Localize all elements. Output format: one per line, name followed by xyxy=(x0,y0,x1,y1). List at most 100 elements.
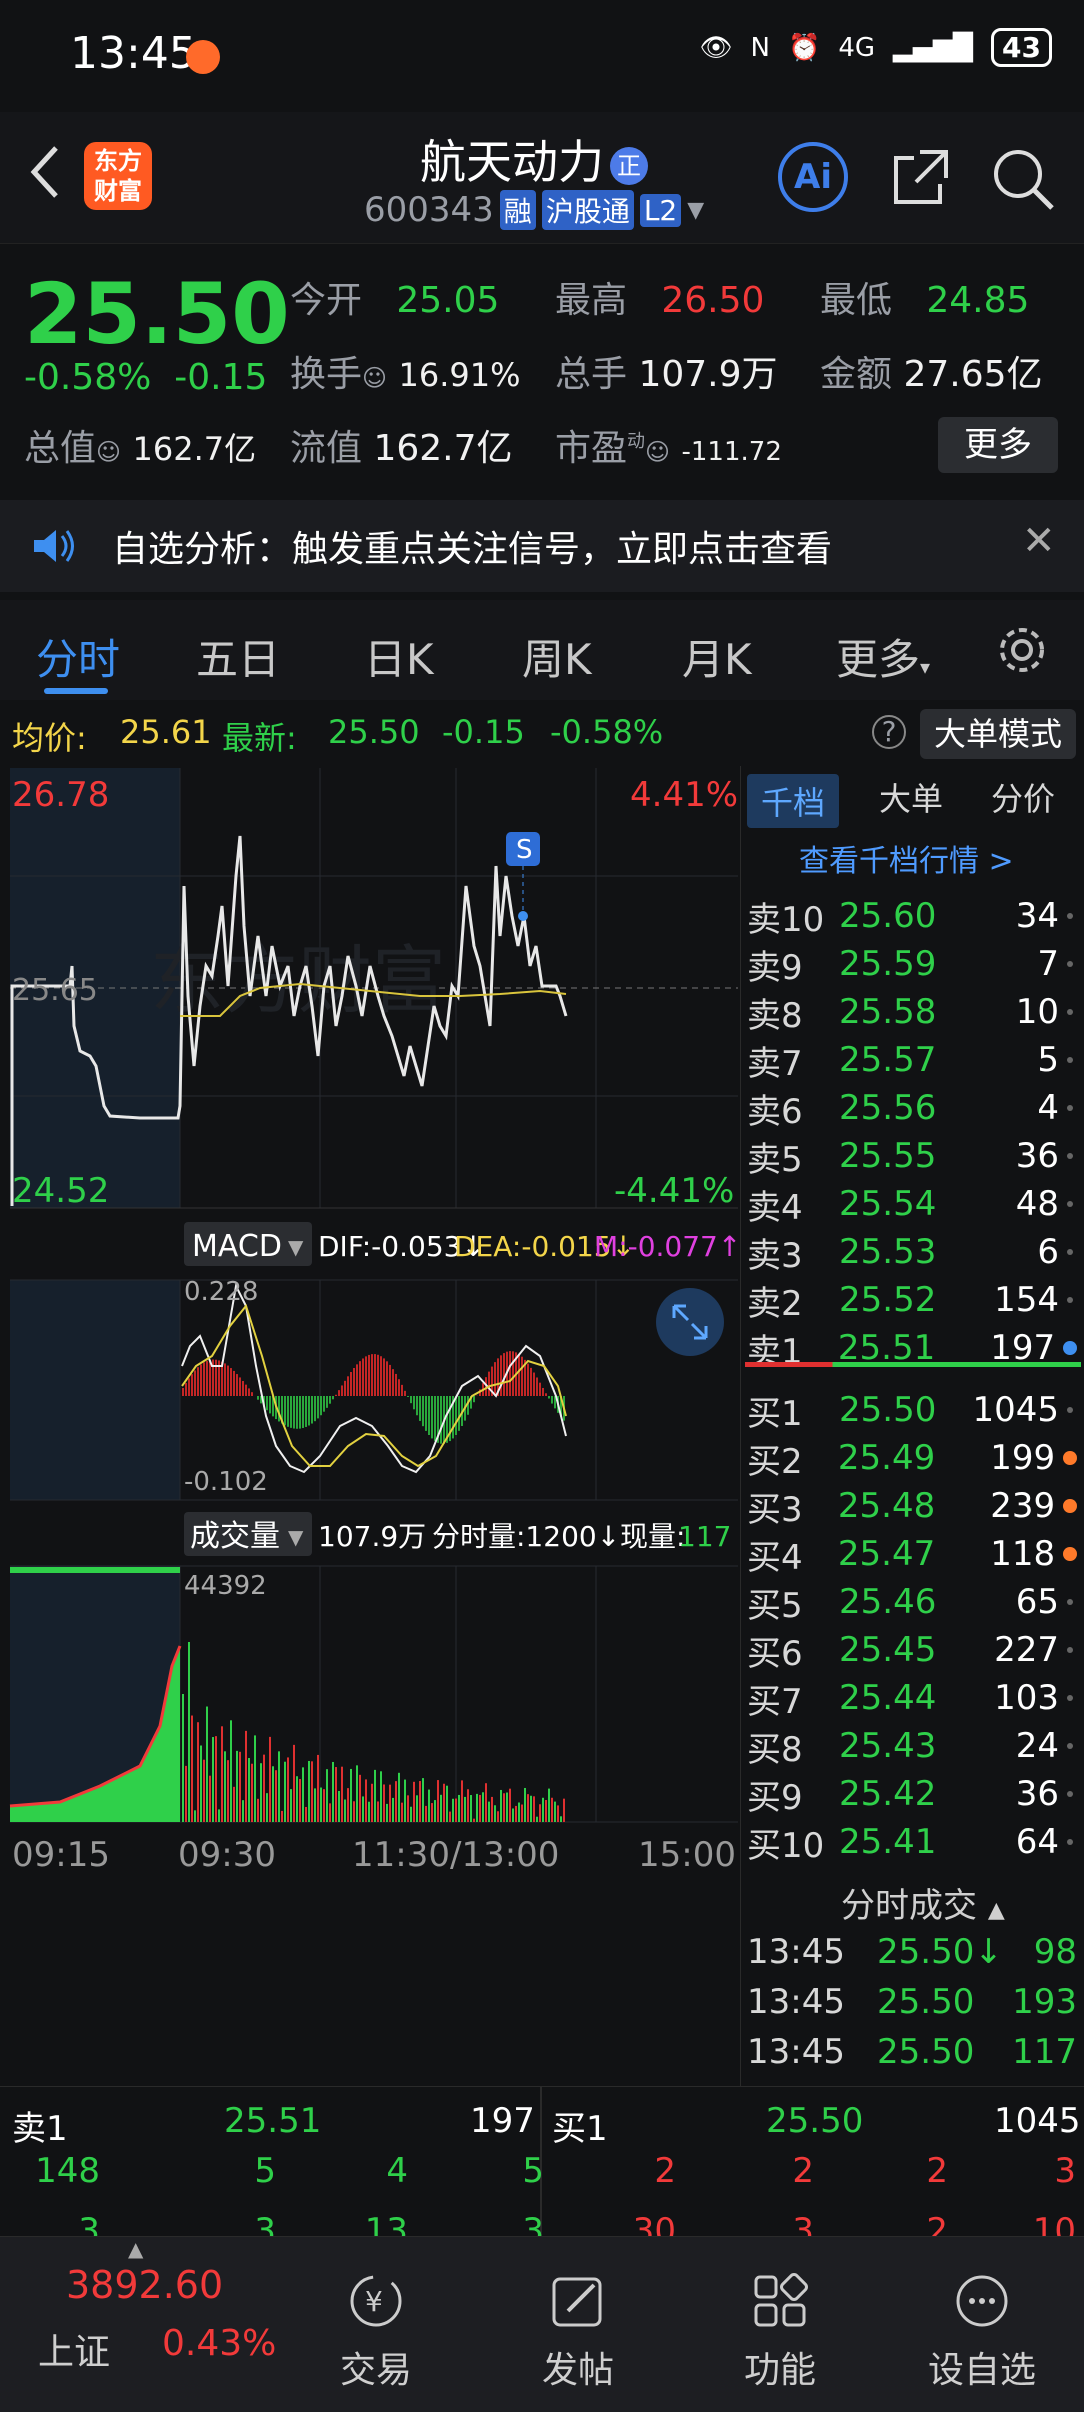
bid-label: 买4 xyxy=(747,1537,803,1578)
bid-label: 买9 xyxy=(747,1777,803,1818)
volume-bar xyxy=(404,1779,406,1822)
macd-bar xyxy=(530,1367,532,1396)
volume-bar xyxy=(452,1798,454,1822)
volume-bar xyxy=(407,1795,409,1822)
macd-bar xyxy=(230,1368,232,1396)
macd-bar xyxy=(455,1396,457,1435)
volume-bar xyxy=(539,1804,541,1822)
big-order-mode-button[interactable]: 大单模式 xyxy=(920,709,1076,759)
macd-bar xyxy=(542,1387,544,1396)
ask-vol: 10 xyxy=(1015,992,1059,1032)
bid-label: 买7 xyxy=(747,1681,803,1722)
bid-row[interactable]: 买1 25.50 1045 xyxy=(747,1386,1077,1434)
price-min-label: 24.52 xyxy=(12,1171,109,1211)
ask-vol: 34 xyxy=(1015,896,1059,936)
ask-row[interactable]: 卖10 25.60 34 xyxy=(747,892,1077,940)
ask-row[interactable]: 卖4 25.54 48 xyxy=(747,1180,1077,1228)
volume-bar xyxy=(245,1730,247,1822)
tab-big-orders[interactable]: 大单 xyxy=(879,774,943,820)
tab-more[interactable]: 更多▾ xyxy=(836,626,930,687)
high-value: 26.50 xyxy=(661,280,765,321)
tab-price-dist[interactable]: 分价 xyxy=(991,774,1055,820)
pe-value: -111.72 xyxy=(681,437,782,467)
volume-bar xyxy=(284,1761,286,1822)
bid-row[interactable]: 买7 25.44 103 xyxy=(747,1674,1077,1722)
expand-icon[interactable] xyxy=(656,1288,724,1356)
ask-label: 卖5 xyxy=(747,1139,803,1180)
ai-button[interactable]: Ai xyxy=(778,142,848,212)
pct-max-label: 4.41% xyxy=(630,775,738,815)
macd-bar xyxy=(551,1396,553,1404)
index-value[interactable]: 3892.60 xyxy=(66,2263,223,2307)
bid-label: 买3 xyxy=(747,1489,803,1530)
ask-row[interactable]: 卖9 25.59 7 xyxy=(747,940,1077,988)
bid-row[interactable]: 买10 25.41 64 xyxy=(747,1818,1077,1866)
ask-row[interactable]: 卖7 25.57 5 xyxy=(747,1036,1077,1084)
tab-intraday[interactable]: 分时 xyxy=(36,626,120,687)
search-icon[interactable] xyxy=(990,146,1056,212)
bid-vol: 24 xyxy=(1015,1726,1059,1766)
macd-bar xyxy=(419,1396,421,1421)
ask-row[interactable]: 卖3 25.53 6 xyxy=(747,1228,1077,1276)
volume-max-label: 44392 xyxy=(184,1571,267,1601)
macd-bar xyxy=(377,1354,379,1396)
ask-row[interactable]: 卖8 25.58 10 xyxy=(747,988,1077,1036)
tab-five-day[interactable]: 五日 xyxy=(196,626,280,687)
index-name[interactable]: 上证 xyxy=(38,2323,110,2375)
mktcap-value: 162.7亿 xyxy=(132,430,257,468)
quote-panel: 25.50 -0.58% -0.15 今开 25.05 最高 26.50 最低 … xyxy=(0,245,1084,495)
intraday-chart[interactable]: 东方财富 S 26.78 4.41% 25.65 24.52 -4.41% MA… xyxy=(0,766,741,2086)
index-change[interactable]: 0.43% xyxy=(162,2323,276,2364)
low-label: 最低 xyxy=(820,280,893,321)
ask-row[interactable]: 卖6 25.56 4 xyxy=(747,1084,1077,1132)
bid-row[interactable]: 买2 25.49 199 xyxy=(747,1434,1077,1482)
tab-weekly-k[interactable]: 周K xyxy=(522,626,592,687)
share-icon[interactable] xyxy=(890,146,952,208)
volume-bar xyxy=(563,1798,565,1822)
ask-price: 25.58 xyxy=(839,992,937,1032)
macd-bar xyxy=(236,1374,238,1396)
macd-bar xyxy=(368,1354,370,1396)
bid-row[interactable]: 买8 25.43 24 xyxy=(747,1722,1077,1770)
app-logo[interactable]: 东方财富 xyxy=(84,142,152,210)
volume-bar xyxy=(263,1754,265,1822)
view-levels-link[interactable]: 查看千档行情 > xyxy=(799,836,1014,880)
bid-row[interactable]: 买6 25.45 227 xyxy=(747,1626,1077,1674)
signal-banner[interactable]: 自选分析：触发重点关注信号，立即点击查看 ✕ xyxy=(0,500,1084,592)
tab-monthly-k[interactable]: 月K xyxy=(682,626,752,687)
strip-buy-price: 25.50 xyxy=(766,2101,864,2141)
volume-bar xyxy=(410,1806,412,1822)
macd-bar xyxy=(536,1377,538,1396)
tab-thousand-levels[interactable]: 千档 xyxy=(747,774,840,828)
more-button[interactable]: 更多 xyxy=(938,417,1058,473)
macd-bar xyxy=(389,1364,391,1396)
bid-label: 买10 xyxy=(747,1825,825,1866)
dropdown-icon[interactable]: ▼ xyxy=(687,198,704,223)
bid-row[interactable]: 买9 25.42 36 xyxy=(747,1770,1077,1818)
close-icon[interactable]: ✕ xyxy=(1022,518,1056,564)
macd-bar xyxy=(188,1378,190,1396)
ask-row[interactable]: 卖5 25.55 36 xyxy=(747,1132,1077,1180)
volume-bar xyxy=(335,1767,337,1822)
volume-bar xyxy=(476,1793,478,1822)
help-icon[interactable]: ? xyxy=(872,715,906,749)
back-icon[interactable] xyxy=(26,142,62,202)
ask-row[interactable]: 卖2 25.52 154 xyxy=(747,1276,1077,1324)
svg-text:▼: ▼ xyxy=(288,1235,304,1259)
time-0930: 09:30 xyxy=(178,1835,276,1875)
bid-row[interactable]: 买5 25.46 65 xyxy=(747,1578,1077,1626)
bid-price: 25.48 xyxy=(837,1486,936,1526)
settings-icon[interactable] xyxy=(994,622,1050,678)
volume-bar xyxy=(266,1793,268,1822)
order-marker-icon xyxy=(1067,1599,1073,1605)
bid-row[interactable]: 买4 25.47 118 xyxy=(747,1530,1077,1578)
trades-title[interactable]: 分时成交 ▲ xyxy=(841,1878,1005,1927)
ask-vol: 4 xyxy=(1037,1088,1059,1128)
tab-daily-k[interactable]: 日K xyxy=(364,626,434,687)
order-marker-icon xyxy=(1067,1249,1073,1255)
volume-bar xyxy=(260,1763,262,1822)
bid-row[interactable]: 买3 25.48 239 xyxy=(747,1482,1077,1530)
volume-bar xyxy=(413,1781,415,1822)
macd-bar xyxy=(224,1363,226,1396)
stock-name-text: 航天动力 xyxy=(420,135,604,189)
